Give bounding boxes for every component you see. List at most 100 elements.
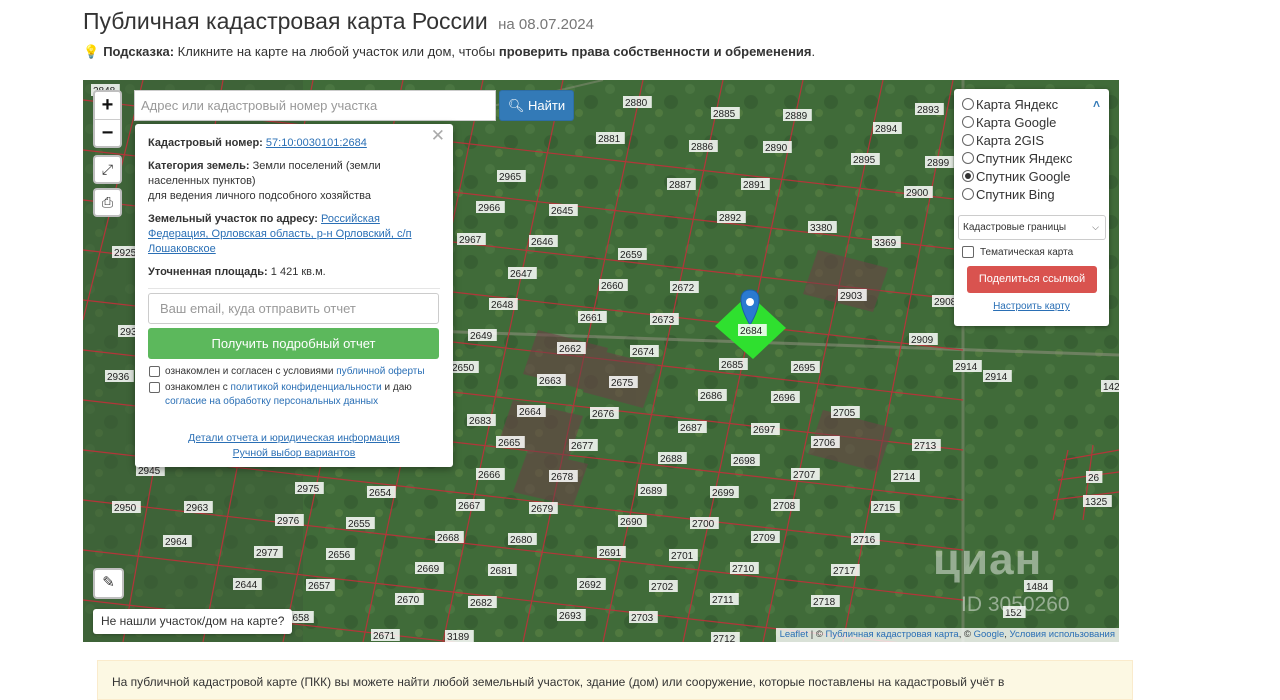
parcel-number-label: 2666 (476, 468, 505, 481)
layer-option[interactable]: Карта Google (962, 113, 1101, 131)
svg-text:2680: 2680 (510, 535, 533, 546)
leaflet-link[interactable]: Leaflet (780, 629, 809, 640)
svg-text:2881: 2881 (598, 134, 621, 145)
thematic-map-toggle[interactable]: Тематическая карта (962, 246, 1101, 258)
layer-radio[interactable] (962, 188, 974, 200)
svg-text:2886: 2886 (691, 142, 714, 153)
consent-link[interactable]: согласие на обработку персональных данны… (165, 396, 378, 407)
search-button[interactable]: 🔍︎ Найти (499, 90, 574, 121)
cad-number-link[interactable]: 57:10:0030101:2684 (266, 137, 367, 149)
manual-select-link[interactable]: Ручной выбор вариантов (148, 446, 440, 461)
parcel-number-label: 2892 (717, 211, 746, 224)
email-field[interactable]: Ваш email, куда отправить отчет (148, 293, 439, 324)
offer-agreement[interactable]: ознакомлен и согласен с условиями публич… (148, 365, 440, 379)
svg-text:2644: 2644 (235, 580, 258, 591)
privacy-link[interactable]: политикой конфиденциальности (231, 382, 382, 393)
offer-link[interactable]: публичной оферты (336, 366, 424, 377)
layer-option[interactable]: Карта Яндекс (962, 95, 1101, 113)
offer-text: ознакомлен и согласен с условиями (165, 366, 337, 377)
hint-bold: проверить права собственности и обремене… (498, 44, 812, 59)
svg-text:2950: 2950 (114, 503, 137, 514)
layer-option-label: Спутник Bing (976, 186, 1055, 202)
svg-text:2709: 2709 (753, 533, 776, 544)
page-title-text: Публичная кадастровая карта России (83, 8, 488, 34)
parcel-number-label: 2665 (496, 436, 525, 449)
layer-radio[interactable] (962, 134, 974, 146)
pkk-link[interactable]: Публичная кадастровая карта (825, 629, 958, 640)
offer-checkbox[interactable] (149, 366, 160, 377)
configure-map-link[interactable]: Настроить карту (962, 301, 1101, 312)
parcel-number-label: 2688 (658, 452, 687, 465)
print-button[interactable]: ⎙ (93, 188, 122, 217)
details-link[interactable]: Детали отчета и юридическая информация (148, 431, 440, 446)
svg-text:2945: 2945 (138, 466, 161, 477)
parcel-number-label: 2891 (741, 178, 770, 191)
layer-option[interactable]: Карта 2GIS (962, 131, 1101, 149)
svg-text:2696: 2696 (773, 393, 796, 404)
parcel-number-label: 2655 (346, 517, 375, 530)
svg-text:2712: 2712 (713, 634, 736, 642)
layer-select[interactable]: Кадастровые границы ⌵ (958, 215, 1106, 240)
fullscreen-button[interactable]: ⤢ (93, 155, 122, 184)
search-input[interactable]: Адрес или кадастровый номер участка (134, 90, 496, 121)
chevron-up-icon[interactable]: ˄ (1093, 97, 1100, 111)
layer-option[interactable]: Спутник Яндекс (962, 149, 1101, 167)
parcel-number-label: 2895 (851, 153, 880, 166)
parcel-number-label: 2674 (630, 345, 659, 358)
svg-text:2964: 2964 (165, 537, 188, 548)
parcel-number-label: 2680 (508, 533, 537, 546)
privacy-agreement[interactable]: ознакомлен с политикой конфиденциальност… (148, 381, 440, 409)
zoom-control: + − (93, 90, 122, 148)
parcel-number-label: 2966 (476, 201, 505, 214)
hint-end: . (811, 44, 816, 59)
svg-text:2645: 2645 (551, 206, 574, 217)
parcel-number-label: 2700 (690, 517, 719, 530)
privacy-checkbox[interactable] (149, 382, 160, 393)
parcel-number-label: 2660 (599, 279, 628, 292)
measure-button[interactable]: ✎ (93, 568, 124, 599)
layer-radio[interactable] (962, 170, 974, 182)
terms-link[interactable]: Условия использования (1010, 629, 1115, 640)
parcel-number-label: 2683 (467, 414, 496, 427)
parcel-number-label: 2668 (435, 531, 464, 544)
zoom-in-button[interactable]: + (95, 92, 120, 119)
svg-text:2665: 2665 (498, 438, 521, 449)
parcel-number-label: 2914 (953, 360, 982, 373)
share-link-button[interactable]: Поделиться ссылкой (967, 266, 1097, 293)
parcel-number-label: 2976 (275, 514, 304, 527)
google-link[interactable]: Google (974, 629, 1005, 640)
svg-text:2664: 2664 (519, 407, 542, 418)
layer-radio[interactable] (962, 116, 974, 128)
not-found-button[interactable]: Не нашли участок/дом на карте? (93, 609, 293, 634)
svg-text:2666: 2666 (478, 470, 501, 481)
close-icon[interactable]: ✕ (431, 127, 445, 144)
svg-text:2697: 2697 (753, 425, 776, 436)
get-report-button[interactable]: Получить подробный отчет (148, 328, 439, 359)
parcel-number-label: 3369 (872, 236, 901, 249)
svg-text:2686: 2686 (700, 391, 723, 402)
layer-option-label: Карта 2GIS (976, 132, 1045, 148)
svg-text:2671: 2671 (373, 631, 396, 642)
parcel-number-label: 2899 (925, 156, 954, 169)
info-note: На публичной кадастровой карте (ПКК) вы … (97, 660, 1133, 700)
zoom-out-button[interactable]: − (95, 119, 120, 146)
svg-text:2717: 2717 (833, 566, 856, 577)
parcel-number-label: 2975 (295, 482, 324, 495)
parcel-number-label: 2693 (557, 609, 586, 622)
layer-option[interactable]: Спутник Bing (962, 185, 1101, 203)
cadastral-map[interactable]: 2848288028852889289328812886289028942895… (83, 80, 1119, 642)
parcel-number-label: 2647 (508, 267, 537, 280)
parcel-number-label: 2650 (450, 361, 479, 374)
svg-text:2669: 2669 (417, 564, 440, 575)
parcel-number-label: 2890 (763, 141, 792, 154)
layer-radio[interactable] (962, 98, 974, 110)
svg-text:2708: 2708 (773, 501, 796, 512)
svg-text:2706: 2706 (813, 438, 836, 449)
thematic-checkbox[interactable] (962, 246, 974, 258)
layer-radio[interactable] (962, 152, 974, 164)
parcel-number-label: 2645 (549, 204, 578, 217)
parcel-number-label: 2681 (488, 564, 517, 577)
parcel-number-label: 2715 (871, 501, 900, 514)
layer-option[interactable]: Спутник Google (962, 167, 1101, 185)
svg-text:2659: 2659 (620, 250, 643, 261)
